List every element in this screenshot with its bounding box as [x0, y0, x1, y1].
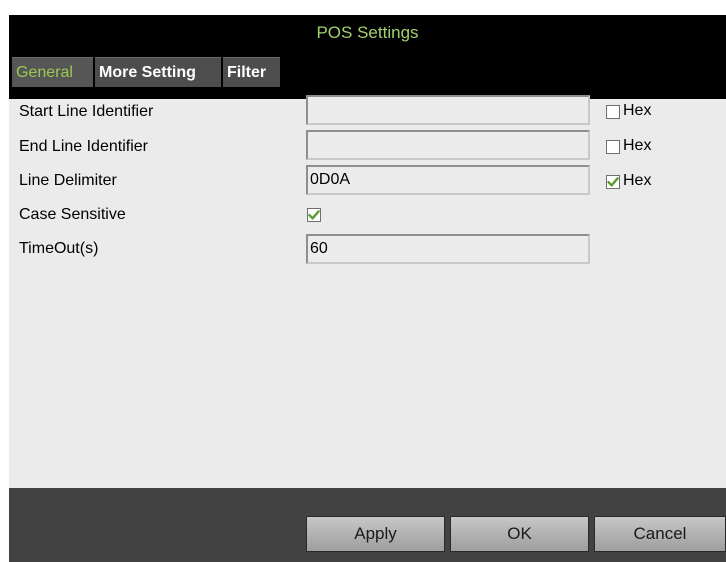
tab-bar: General More Setting Filter	[9, 51, 726, 99]
timeout-label: TimeOut(s)	[19, 240, 99, 257]
dialog-title: POS Settings	[9, 15, 726, 51]
timeout-input[interactable]: 60	[306, 234, 590, 264]
pos-settings-dialog: POS Settings General More Setting Filter…	[9, 15, 726, 562]
cancel-button[interactable]: Cancel	[594, 516, 726, 552]
line-delimiter-hex-label: Hex	[623, 172, 652, 189]
tab-more-setting[interactable]: More Setting	[95, 57, 221, 87]
check-mark-icon	[607, 177, 619, 187]
start-line-hex-checkbox[interactable]	[606, 105, 620, 119]
apply-button[interactable]: Apply	[306, 516, 445, 552]
start-line-identifier-input[interactable]	[306, 95, 590, 125]
end-line-identifier-input[interactable]	[306, 130, 590, 160]
start-line-identifier-label: Start Line Identifier	[19, 103, 154, 120]
end-line-hex-checkbox[interactable]	[606, 140, 620, 154]
check-mark-icon	[308, 210, 320, 220]
end-line-hex-label: Hex	[623, 137, 652, 154]
case-sensitive-checkbox[interactable]	[307, 208, 321, 222]
line-delimiter-input[interactable]: 0D0A	[306, 165, 590, 195]
line-delimiter-hex-checkbox[interactable]	[606, 175, 620, 189]
case-sensitive-label: Case Sensitive	[19, 206, 126, 223]
start-line-hex-label: Hex	[623, 102, 652, 119]
end-line-identifier-label: End Line Identifier	[19, 138, 148, 155]
line-delimiter-label: Line Delimiter	[19, 172, 117, 189]
tab-filter[interactable]: Filter	[223, 57, 280, 87]
general-panel: Start Line Identifier Hex End Line Ident…	[9, 95, 726, 488]
ok-button[interactable]: OK	[450, 516, 589, 552]
tab-general[interactable]: General	[12, 57, 93, 87]
dialog-footer: Apply OK Cancel	[9, 488, 726, 562]
